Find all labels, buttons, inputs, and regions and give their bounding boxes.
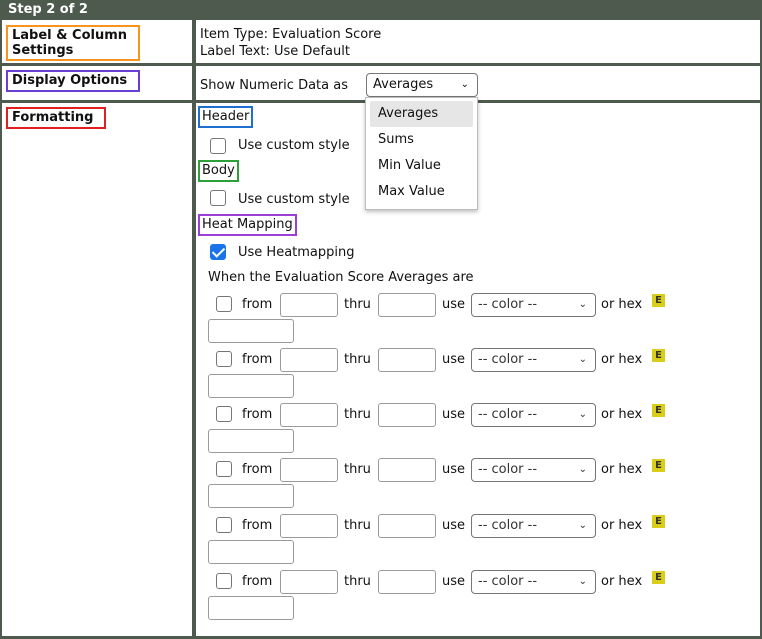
rule-or-hex-label: or hex	[601, 297, 643, 312]
display-options-row: Display Options Show Numeric Data as Ave…	[2, 66, 760, 100]
rule-from-label: from	[242, 352, 273, 367]
rule-or-hex-label: or hex	[601, 407, 643, 422]
label-text-text: Label Text: Use Default	[200, 44, 350, 59]
rule-or-hex-label: or hex	[601, 574, 643, 589]
rule-hex-input[interactable]	[208, 596, 294, 620]
rule-thru-label: thru	[344, 297, 371, 312]
chevron-down-icon: ⌄	[578, 576, 587, 587]
rule-use-label: use	[442, 407, 466, 422]
option-min-value[interactable]: Min Value	[370, 153, 473, 179]
heatmap-rule-row: from thru use -- color -- ⌄ or hex E	[196, 403, 756, 455]
heatmap-rule-row: from thru use -- color -- ⌄ or hex E	[196, 348, 756, 400]
rule-or-hex-label: or hex	[601, 518, 643, 533]
rule-use-label: use	[442, 574, 466, 589]
rule-from-input[interactable]	[280, 403, 338, 427]
rule-or-hex-label: or hex	[601, 352, 643, 367]
rule-hex-input[interactable]	[208, 484, 294, 508]
rule-enable-checkbox[interactable]	[216, 461, 232, 477]
rule-color-select[interactable]: -- color -- ⌄	[471, 293, 596, 317]
chevron-down-icon: ⌄	[578, 464, 587, 475]
rule-thru-label: thru	[344, 518, 371, 533]
show-numeric-label: Show Numeric Data as	[200, 78, 348, 93]
option-averages[interactable]: Averages	[370, 101, 473, 127]
rule-from-label: from	[242, 297, 273, 312]
header-custom-style-checkbox[interactable]	[210, 138, 226, 154]
rule-thru-input[interactable]	[378, 293, 436, 317]
use-heatmapping-checkbox[interactable]	[210, 244, 226, 260]
color-picker-e-icon[interactable]: E	[652, 459, 665, 472]
rule-hex-input[interactable]	[208, 429, 294, 453]
heatmap-rule-row: from thru use -- color -- ⌄ or hex E	[196, 458, 756, 510]
rule-use-label: use	[442, 297, 466, 312]
rule-use-label: use	[442, 462, 466, 477]
rule-or-hex-label: or hex	[601, 462, 643, 477]
rule-hex-input[interactable]	[208, 374, 294, 398]
rule-thru-label: thru	[344, 352, 371, 367]
chevron-down-icon: ⌄	[578, 354, 587, 365]
option-max-value[interactable]: Max Value	[370, 179, 473, 205]
rule-from-input[interactable]	[280, 570, 338, 594]
rule-hex-input[interactable]	[208, 540, 294, 564]
rule-enable-checkbox[interactable]	[216, 517, 232, 533]
rule-thru-label: thru	[344, 574, 371, 589]
rule-color-select[interactable]: -- color -- ⌄	[471, 403, 596, 427]
heatmap-description: When the Evaluation Score Averages are	[208, 270, 474, 285]
use-heatmapping-label: Use Heatmapping	[238, 245, 355, 260]
rule-thru-label: thru	[344, 407, 371, 422]
numeric-data-dropdown-menu: Averages Sums Min Value Max Value	[365, 97, 478, 210]
color-picker-e-icon[interactable]: E	[652, 294, 665, 307]
color-picker-e-icon[interactable]: E	[652, 515, 665, 528]
rule-color-select[interactable]: -- color -- ⌄	[471, 514, 596, 538]
rule-color-select[interactable]: -- color -- ⌄	[471, 458, 596, 482]
heatmap-rule-row: from thru use -- color -- ⌄ or hex E	[196, 293, 756, 345]
rule-thru-input[interactable]	[378, 570, 436, 594]
rule-thru-input[interactable]	[378, 514, 436, 538]
rule-from-input[interactable]	[280, 458, 338, 482]
body-custom-style-label: Use custom style	[238, 192, 350, 207]
option-sums[interactable]: Sums	[370, 127, 473, 153]
rule-hex-input[interactable]	[208, 319, 294, 343]
heatmap-rule-row: from thru use -- color -- ⌄ or hex E	[196, 514, 756, 566]
rule-from-label: from	[242, 407, 273, 422]
rule-thru-label: thru	[344, 462, 371, 477]
rule-enable-checkbox[interactable]	[216, 296, 232, 312]
rule-thru-input[interactable]	[378, 458, 436, 482]
chevron-down-icon: ⌄	[578, 520, 587, 531]
rule-enable-checkbox[interactable]	[216, 406, 232, 422]
label-column-settings-label: Label & Column Settings	[6, 25, 140, 61]
formatting-label: Formatting	[6, 107, 106, 129]
rule-color-select[interactable]: -- color -- ⌄	[471, 570, 596, 594]
rule-from-label: from	[242, 518, 273, 533]
body-section-label: Body	[198, 160, 239, 182]
rule-thru-input[interactable]	[378, 403, 436, 427]
color-picker-e-icon[interactable]: E	[652, 571, 665, 584]
numeric-data-select[interactable]: Averages ⌄	[366, 73, 478, 97]
item-type-text: Item Type: Evaluation Score	[200, 27, 382, 42]
chevron-down-icon: ⌄	[578, 409, 587, 420]
chevron-down-icon: ⌄	[460, 79, 469, 90]
rule-enable-checkbox[interactable]	[216, 351, 232, 367]
rule-from-input[interactable]	[280, 514, 338, 538]
heatmap-rule-row: from thru use -- color -- ⌄ or hex E	[196, 570, 756, 622]
rule-from-input[interactable]	[280, 348, 338, 372]
chevron-down-icon: ⌄	[578, 299, 587, 310]
header-section-label: Header	[198, 106, 254, 128]
rule-use-label: use	[442, 518, 466, 533]
heat-mapping-section-label: Heat Mapping	[198, 214, 297, 236]
rule-use-label: use	[442, 352, 466, 367]
wizard-panel: Step 2 of 2 Label & Column Settings Item…	[0, 0, 762, 639]
rule-enable-checkbox[interactable]	[216, 573, 232, 589]
rule-from-input[interactable]	[280, 293, 338, 317]
color-picker-e-icon[interactable]: E	[652, 404, 665, 417]
color-picker-e-icon[interactable]: E	[652, 349, 665, 362]
rule-color-select[interactable]: -- color -- ⌄	[471, 348, 596, 372]
step-title: Step 2 of 2	[8, 2, 88, 17]
display-options-label: Display Options	[6, 70, 140, 92]
header-custom-style-label: Use custom style	[238, 138, 350, 153]
label-column-row: Label & Column Settings Item Type: Evalu…	[2, 20, 760, 63]
rule-from-label: from	[242, 462, 273, 477]
body-custom-style-checkbox[interactable]	[210, 190, 226, 206]
rule-from-label: from	[242, 574, 273, 589]
rule-thru-input[interactable]	[378, 348, 436, 372]
